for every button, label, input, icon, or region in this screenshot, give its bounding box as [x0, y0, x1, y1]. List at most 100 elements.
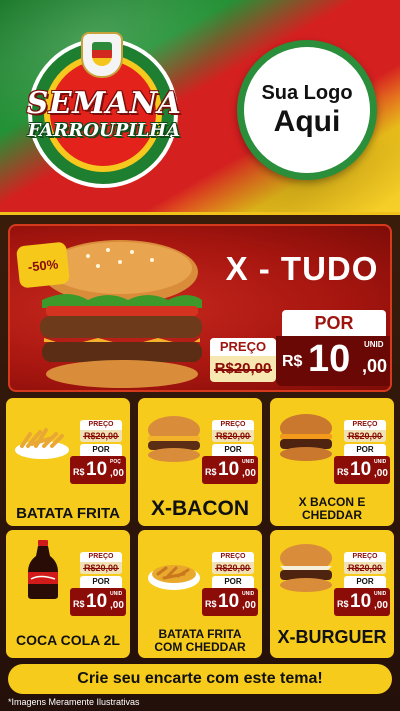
old-price: R$20,00: [80, 562, 122, 574]
por-label: POR: [344, 576, 386, 588]
unit: UNID: [242, 591, 255, 597]
preco-label: PREÇO: [88, 553, 114, 560]
product-card: PREÇO R$20,00 POR R$ 10 ,00 UNID X BACON…: [270, 398, 394, 526]
price-box: PREÇO R$20,00 POR R$ 10 ,00 UNID: [70, 552, 126, 618]
old-price-tag: PREÇO R$20,00: [80, 552, 122, 574]
featured-new-price: R$ 10 ,00 UNID: [276, 336, 390, 386]
price-box: PREÇO R$20,00 POR R$ 10 ,00 UNID: [334, 552, 390, 618]
old-price: R$20,00: [344, 562, 386, 574]
old-price: R$20,00: [212, 562, 254, 574]
featured-preco-label: PREÇO: [210, 338, 276, 356]
price-int: 10: [218, 591, 240, 612]
price-cents: ,00: [242, 600, 256, 611]
new-price: R$ 10 ,00 UNID: [202, 588, 258, 616]
preco-label: PREÇO: [220, 553, 246, 560]
old-price-tag: PREÇO R$20,00: [80, 420, 122, 442]
old-price-tag: PREÇO R$20,00: [344, 552, 386, 574]
featured-product-name: X - TUDO: [225, 250, 379, 287]
discount-badge: -50%: [15, 241, 71, 289]
unit: POÇ: [110, 459, 121, 465]
por-label: POR: [80, 576, 122, 588]
new-price: R$ 10 ,00 UNID: [334, 588, 390, 616]
currency: R$: [337, 467, 349, 477]
unit: UNID: [374, 459, 387, 465]
logo-placeholder-line2: Aqui: [273, 105, 341, 138]
price-cents: ,00: [110, 600, 124, 611]
currency: R$: [73, 599, 85, 609]
price-cents: ,00: [374, 468, 388, 479]
preco-label: PREÇO: [352, 421, 378, 428]
semana-farroupilha-logo: SEMANA FARROUPILHA: [18, 32, 190, 188]
new-price: R$ 10 ,00 POÇ: [70, 456, 126, 484]
product-name: X-BACON: [151, 496, 249, 520]
flag-header: SEMANA FARROUPILHA Sua Logo Aqui: [0, 0, 400, 215]
logo-placeholder-line1: Sua Logo: [261, 82, 353, 104]
price-box: PREÇO R$20,00 POR R$ 10 ,00 UNID: [334, 420, 390, 486]
product-card: PREÇO R$20,00 POR R$ 10 ,00 UNID X-BURGU…: [270, 530, 394, 658]
old-price-tag: PREÇO R$20,00: [212, 552, 254, 574]
product-card: PREÇO R$20,00 POR R$ 10 ,00 UNID X-BACON: [138, 398, 262, 526]
old-price: R$20,00: [80, 430, 122, 442]
new-price: R$ 10 ,00 UNID: [334, 456, 390, 484]
featured-por-label: POR: [282, 310, 386, 336]
price-box: PREÇO R$20,00 POR R$ 10 ,00 UNID: [202, 552, 258, 618]
product-name: COCA COLA 2L: [16, 631, 120, 648]
por-label: POR: [344, 444, 386, 456]
featured-price-cents: ,00: [362, 356, 388, 376]
old-price-tag: PREÇO R$20,00: [344, 420, 386, 442]
new-price: R$ 10 ,00 UNID: [202, 456, 258, 484]
por-label: POR: [212, 444, 254, 456]
currency: R$: [205, 599, 217, 609]
old-price-tag: PREÇO R$20,00: [212, 420, 254, 442]
your-logo-placeholder: Sua Logo Aqui: [237, 40, 377, 180]
price-cents: ,00: [374, 600, 388, 611]
fries-cheddar-icon: [148, 565, 200, 590]
featured-price-int: 10: [308, 338, 351, 380]
preco-label: PREÇO: [220, 421, 246, 428]
product-card: PREÇO R$20,00 POR R$ 10 ,00 POÇ BATATA F…: [6, 398, 130, 526]
unit: UNID: [374, 591, 387, 597]
preco-label: PREÇO: [88, 421, 114, 428]
currency: R$: [205, 467, 217, 477]
price-int: 10: [218, 459, 240, 480]
burger-icon: [280, 544, 332, 592]
product-name: X BACON E CHEDDAR: [298, 494, 366, 522]
currency: R$: [73, 467, 85, 477]
por-label: POR: [212, 576, 254, 588]
unit: UNID: [242, 459, 255, 465]
currency: R$: [337, 599, 349, 609]
price-cents: ,00: [110, 468, 124, 479]
featured-old-price: R$20,00: [210, 356, 276, 382]
product-name: BATATA FRITA: [16, 504, 120, 522]
price-box: PREÇO R$20,00 POR R$ 10 ,00 UNID: [202, 420, 258, 486]
burger-icon: [280, 414, 332, 461]
preco-label: PREÇO: [352, 553, 378, 560]
product-name: BATATA FRITA COM CHEDDAR: [154, 626, 246, 654]
product-name: X-BURGUER: [277, 627, 387, 648]
unit: UNID: [110, 591, 123, 597]
fries-icon: [15, 428, 69, 459]
burger-icon: [148, 416, 200, 462]
coat-of-arms-icon: [81, 32, 123, 78]
old-price: R$20,00: [212, 430, 254, 442]
price-cents: ,00: [242, 468, 256, 479]
price-box: PREÇO R$20,00 POR R$ 10 ,00 POÇ: [70, 420, 126, 486]
price-int: 10: [350, 591, 372, 612]
event-title-line2: FARROUPILHA: [27, 120, 181, 141]
disclaimer-text: *Imagens Meramente Ilustrativas: [8, 697, 140, 707]
event-title-line1: SEMANA: [26, 86, 182, 121]
featured-unit: UNID: [364, 340, 384, 349]
old-price: R$20,00: [344, 430, 386, 442]
price-int: 10: [350, 459, 372, 480]
featured-offer-card: -50% X - TUDO POR PREÇO R$20,00 R$ 10 ,0…: [8, 224, 392, 392]
product-card: PREÇO R$20,00 POR R$ 10 ,00 UNID COCA CO…: [6, 530, 130, 658]
featured-old-price-box: PREÇO R$20,00: [210, 338, 276, 382]
por-label: POR: [80, 444, 122, 456]
soda-bottle-icon: [28, 540, 58, 599]
new-price: R$ 10 ,00 UNID: [70, 588, 126, 616]
featured-currency: R$: [282, 353, 303, 370]
price-int: 10: [86, 591, 108, 612]
cta-banner[interactable]: Crie seu encarte com este tema!: [8, 664, 392, 694]
price-int: 10: [86, 459, 108, 480]
product-card: PREÇO R$20,00 POR R$ 10 ,00 UNID BATATA …: [138, 530, 262, 658]
